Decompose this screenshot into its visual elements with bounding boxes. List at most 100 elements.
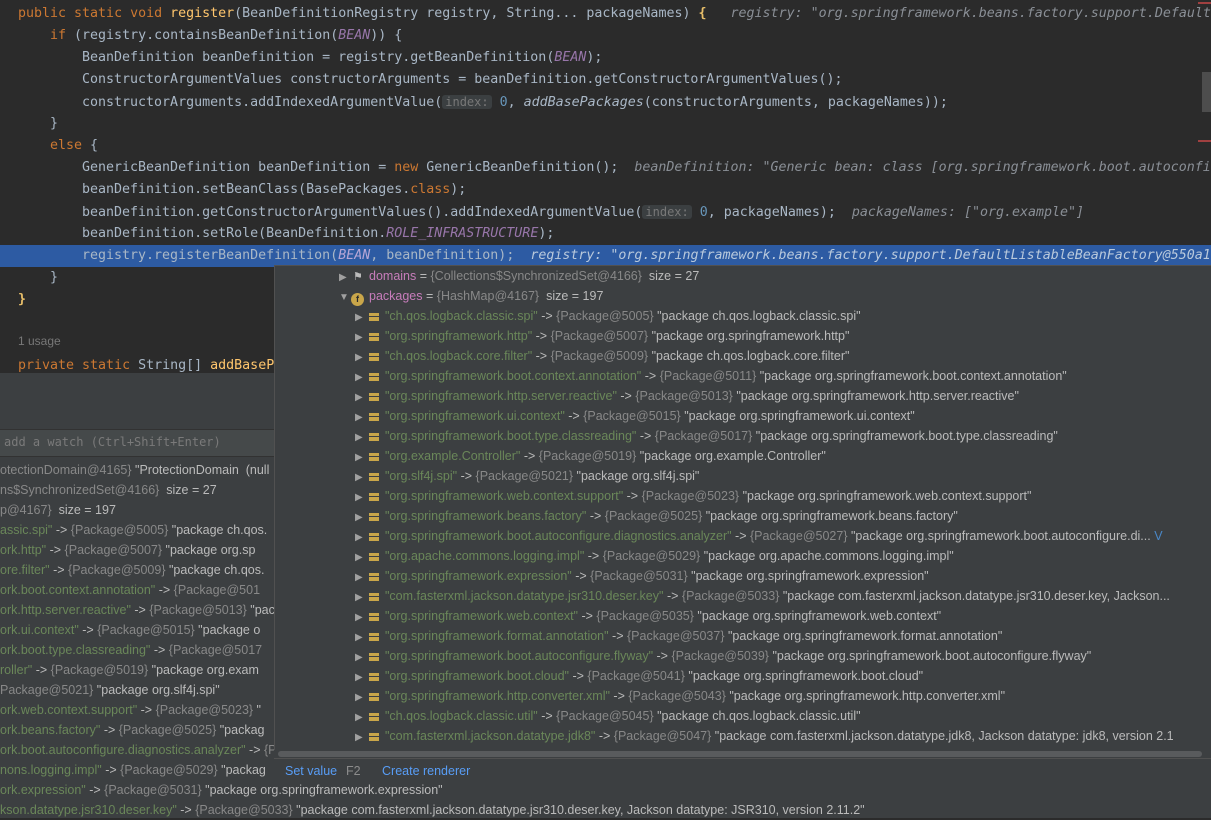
variable-row[interactable]: ork.boot.type.classreading" -> {Package@… [0,640,262,660]
map-entry-row[interactable]: ▶ "org.springframework.boot.autoconfigure… [275,646,1211,666]
map-entry-row[interactable]: ▶ "ch.qos.logback.core.filter" -> {Packag… [275,346,1211,366]
map-entry-row[interactable]: ▶ "org.apache.commons.logging.impl" -> {P… [275,546,1211,566]
map-entry-row[interactable]: ▶ "org.springframework.boot.cloud" -> {Pa… [275,666,1211,686]
chevron-right-icon[interactable]: ▶ [355,528,365,548]
map-entry-row[interactable]: ▶ "org.springframework.ui.context" -> {Pa… [275,406,1211,426]
code-line-13[interactable]: } [50,267,58,289]
popup-horizontal-scrollbar[interactable] [274,750,1211,758]
chevron-right-icon[interactable]: ▶ [355,348,365,368]
entry-value: "package org.springframework.web.context… [742,489,1032,503]
map-entry-row[interactable]: ▶ "org.springframework.http" -> {Package@… [275,326,1211,346]
editor-scrollbar-thumb[interactable] [1202,72,1211,112]
chevron-right-icon[interactable]: ▶ [355,448,365,468]
chevron-right-icon[interactable]: ▶ [355,388,365,408]
entry-value: "package ch.qos.logback.classic.util" [657,709,861,723]
code-line-8[interactable]: GenericBeanDefinition beanDefinition = n… [82,157,1211,179]
map-entry-row[interactable]: ▶ "org.springframework.http.converter.xml… [275,686,1211,706]
chevron-down-icon[interactable]: ▼ [339,288,349,308]
map-entry-row[interactable]: ▶ "org.springframework.web.context.suppor… [275,486,1211,506]
variable-row[interactable]: p@4167} size = 197 [0,500,116,520]
chevron-right-icon[interactable]: ▶ [355,648,365,668]
variable-row[interactable]: kson.datatype.jsr310.deser.key" -> {Pack… [0,800,865,820]
chevron-right-icon[interactable]: ▶ [355,688,365,708]
chevron-right-icon[interactable]: ▶ [355,668,365,688]
map-entry-icon [369,331,379,341]
map-entry-row[interactable]: ▶ "org.springframework.boot.context.annot… [275,366,1211,386]
chevron-right-icon[interactable]: ▶ [355,328,365,348]
scrollbar-thumb[interactable] [278,751,1202,757]
create-renderer-link[interactable]: Create renderer [382,764,470,778]
variable-row[interactable]: ork.web.context.support" -> {Package@502… [0,700,261,720]
chevron-right-icon[interactable]: ▶ [339,268,349,288]
variable-row[interactable]: Package@5021} "package org.slf4j.spi" [0,680,220,700]
map-entry-row[interactable]: ▶ "com.fasterxml.jackson.datatype.jdk8" -… [275,726,1211,746]
chevron-right-icon[interactable]: ▶ [355,368,365,388]
map-entry-row[interactable]: ▶ "org.springframework.boot.type.classrea… [275,426,1211,446]
chevron-right-icon[interactable]: ▶ [355,428,365,448]
code-line-9[interactable]: beanDefinition.setBeanClass(BasePackages… [82,179,466,201]
variable-row[interactable]: otectionDomain@4165} "ProtectionDomain (… [0,460,269,480]
variable-row[interactable]: ns$SynchronizedSet@4166} size = 27 [0,480,217,500]
variable-row[interactable]: ork.ui.context" -> {Package@5015} "packa… [0,620,260,640]
chevron-right-icon[interactable]: ▶ [355,548,365,568]
code-line-4[interactable]: ConstructorArgumentValues constructorArg… [82,69,843,91]
variable-row[interactable]: ore.filter" -> {Package@5009} "package c… [0,560,264,580]
tree-node-domains[interactable]: ▶ ⚑ domains = {Collections$SynchronizedSet… [275,266,1211,286]
chevron-right-icon[interactable]: ▶ [355,568,365,588]
code-line-2[interactable]: if (registry.containsBeanDefinition(BEAN… [50,25,402,47]
code-line-6[interactable]: } [50,113,58,135]
view-link[interactable]: V [1154,529,1162,543]
chevron-right-icon[interactable]: ▶ [355,608,365,628]
chevron-right-icon[interactable]: ▶ [355,728,365,748]
code-line-7[interactable]: else { [50,135,98,157]
entry-ref: {Package@5023} [641,489,740,503]
variable-row[interactable]: assic.spi" -> {Package@5005} "package ch… [0,520,267,540]
current-execution-line[interactable]: registry.registerBeanDefinition(BEAN, be… [0,245,1211,267]
chevron-right-icon[interactable]: ▶ [355,588,365,608]
code-line-1[interactable]: public static void register(BeanDefiniti… [18,3,1211,25]
variable-row[interactable]: ork.beans.factory" -> {Package@5025} "pa… [0,720,264,740]
chevron-right-icon[interactable]: ▶ [355,488,365,508]
entry-value: "package org.springframework.beans.facto… [705,509,958,523]
chevron-right-icon[interactable]: ▶ [355,708,365,728]
code-line-3[interactable]: BeanDefinition beanDefinition = registry… [82,47,602,69]
usage-hint[interactable]: 1 usage [18,334,61,348]
map-entry-row[interactable]: ▶ "com.fasterxml.jackson.datatype.jsr310.… [275,586,1211,606]
chevron-right-icon[interactable]: ▶ [355,628,365,648]
chevron-right-icon[interactable]: ▶ [355,408,365,428]
variable-row[interactable]: ork.http.server.reactive" -> {Package@50… [0,600,317,620]
map-entry-row[interactable]: ▶ "org.example.Controller" -> {Package@50… [275,446,1211,466]
entry-value: "package org.example.Controller" [639,449,826,463]
set-value-link[interactable]: Set value [285,764,337,778]
map-entry-row[interactable]: ▶ "org.springframework.boot.autoconfigure… [275,526,1211,546]
variable-row[interactable]: ork.boot.autoconfigure.diagnostics.analy… [0,740,296,760]
tree-node-packages[interactable]: ▼ f packages = {HashMap@4167} size = 197 [275,286,1211,306]
map-entry-row[interactable]: ▶ "org.springframework.web.context" -> {P… [275,606,1211,626]
error-marker[interactable] [1198,2,1211,4]
map-entry-row[interactable]: ▶ "org.springframework.format.annotation"… [275,626,1211,646]
chevron-right-icon[interactable]: ▶ [355,468,365,488]
code-line-10[interactable]: beanDefinition.getConstructorArgumentVal… [82,201,1084,223]
value-popup[interactable]: ▶ ⚑ domains = {Collections$SynchronizedSet… [274,265,1211,784]
variable-row[interactable]: nons.logging.impl" -> {Package@5029} "pa… [0,760,266,780]
chevron-right-icon[interactable]: ▶ [355,508,365,528]
code-line-5[interactable]: constructorArguments.addIndexedArgumentV… [82,91,948,113]
map-entry-row[interactable]: ▶ "ch.qos.logback.classic.util" -> {Packa… [275,706,1211,726]
code-line-14[interactable]: } [18,289,26,311]
entry-ref: {Package@5009} [550,349,649,363]
map-entry-row[interactable]: ▶ "org.springframework.beans.factory" -> … [275,506,1211,526]
entry-value: "package org.slf4j.spi" [93,683,220,697]
chevron-right-icon[interactable]: ▶ [355,308,365,328]
variable-row[interactable]: ork.http" -> {Package@5007} "package org… [0,540,255,560]
code-line-11[interactable]: beanDefinition.setRole(BeanDefinition.RO… [82,223,554,245]
variable-row[interactable]: roller" -> {Package@5019} "package org.e… [0,660,259,680]
entry-key: ork.expression" [0,783,86,797]
map-entry-row[interactable]: ▶ "org.springframework.expression" -> {Pa… [275,566,1211,586]
map-entry-row[interactable]: ▶ "org.slf4j.spi" -> {Package@5021} "pack… [275,466,1211,486]
entry-value: size = 197 [51,503,116,517]
entry-key: "ch.qos.logback.classic.util" [385,709,538,723]
error-marker[interactable] [1198,140,1211,142]
map-entry-row[interactable]: ▶ "ch.qos.logback.classic.spi" -> {Packag… [275,306,1211,326]
variable-row[interactable]: ork.boot.context.annotation" -> {Package… [0,580,260,600]
map-entry-row[interactable]: ▶ "org.springframework.http.server.reacti… [275,386,1211,406]
